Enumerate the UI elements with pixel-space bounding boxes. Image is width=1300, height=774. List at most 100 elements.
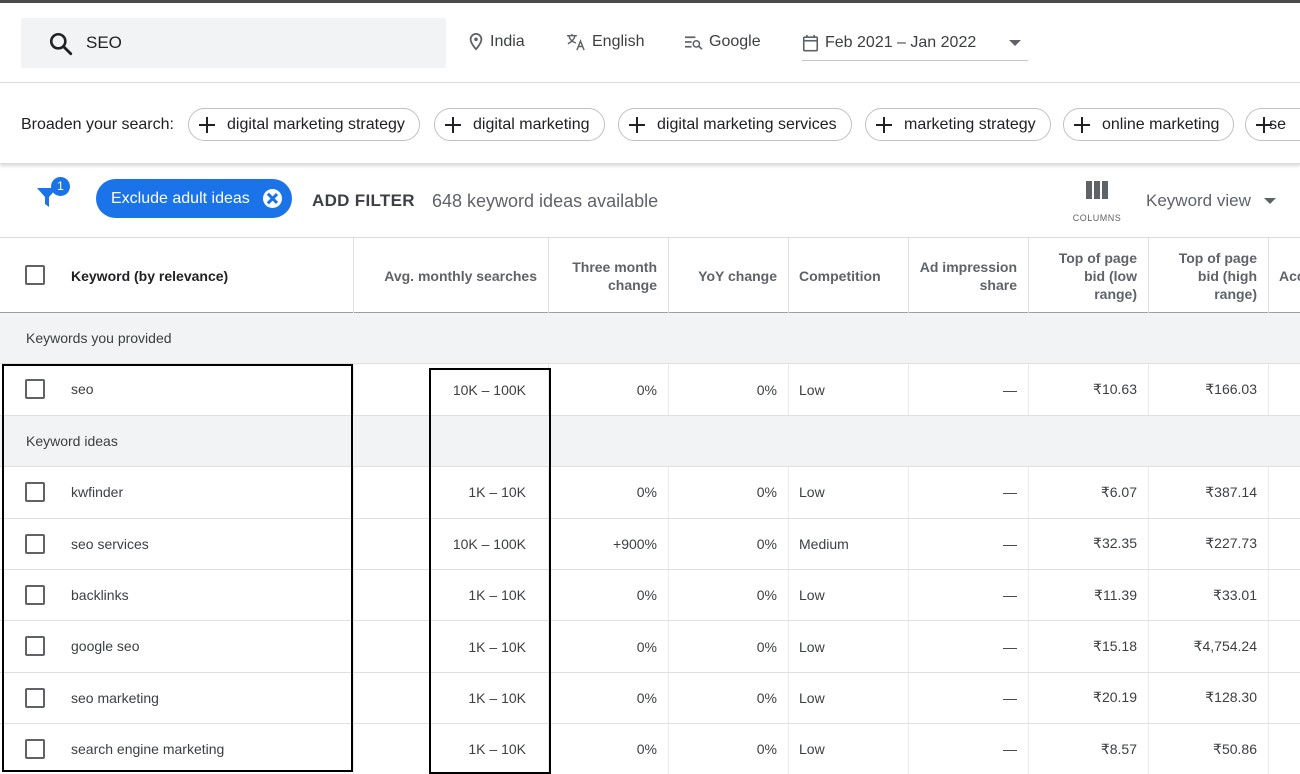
cell-bid-low: ₹20.19	[1029, 672, 1149, 724]
keyword-text: kwfinder	[71, 484, 124, 501]
search-query[interactable]: SEO	[86, 33, 122, 53]
cell-bid-high: ₹387.14	[1149, 467, 1269, 518]
cell-acc	[1269, 621, 1300, 671]
table-row[interactable]: seo 10K – 100K 0% 0% Low — ₹10.63 ₹166.03	[0, 364, 1300, 416]
broaden-search-bar: Broaden your search: digital marketing s…	[0, 84, 1300, 164]
chip-label: online marketing	[1102, 115, 1220, 133]
close-icon[interactable]	[263, 189, 282, 208]
broaden-chip[interactable]: se	[1245, 108, 1300, 141]
broaden-chip[interactable]: digital marketing	[434, 108, 605, 141]
table-row[interactable]: seo services 10K – 100K +900% 0% Medium — ₹32.…	[0, 518, 1300, 570]
group-row: Keyword ideas	[0, 415, 1300, 468]
date-range-label: Feb 2021 – Jan 2022	[825, 34, 977, 51]
location-label: India	[490, 33, 525, 50]
cell-yoy: 0%	[669, 467, 789, 518]
header-bid-low[interactable]: Top of page bid (low range)	[1029, 238, 1149, 313]
broaden-chip[interactable]: marketing strategy	[865, 108, 1051, 141]
cell-competition: Low	[789, 672, 909, 724]
columns-button[interactable]: COLUMNS	[1068, 181, 1126, 223]
cell-competition: Low	[789, 569, 909, 621]
table-row[interactable]: seo marketing 1K – 10K 0% 0% Low — ₹20.19 ₹128.…	[0, 672, 1300, 725]
select-all-checkbox[interactable]	[25, 265, 45, 285]
broaden-chip[interactable]: online marketing	[1063, 108, 1235, 141]
cell-three-month: 0%	[549, 621, 669, 672]
keyword-text: search engine marketing	[71, 741, 225, 758]
cell-yoy: 0%	[669, 672, 789, 724]
cell-avg: 10K – 100K	[354, 364, 549, 415]
translate-icon	[567, 33, 585, 51]
network-label: Google	[709, 33, 761, 50]
chip-label: digital marketing	[473, 115, 590, 133]
cell-bid-low: ₹32.35	[1029, 518, 1149, 569]
chip-label: digital marketing strategy	[227, 115, 405, 133]
cell-bid-high: ₹33.01	[1149, 569, 1269, 621]
cell-competition: Medium	[789, 518, 909, 569]
cell-three-month: 0%	[549, 467, 669, 518]
row-checkbox[interactable]	[25, 687, 45, 708]
table-row[interactable]: search engine marketing 1K – 10K 0% 0% Low — ₹…	[0, 724, 1300, 774]
location-filter[interactable]: India	[468, 33, 525, 51]
keyword-text: seo	[71, 381, 94, 398]
cell-bid-high: ₹4,754.24	[1149, 621, 1269, 672]
cell-avg: 1K – 10K	[354, 467, 549, 518]
group-row: Keywords you provided	[0, 313, 1300, 365]
header-keyword[interactable]: Keyword (by relevance)	[0, 238, 354, 313]
cell-competition: Low	[789, 621, 909, 672]
row-checkbox[interactable]	[25, 739, 45, 760]
header-competition[interactable]: Competition	[789, 238, 909, 313]
cell-three-month: 0%	[549, 724, 669, 774]
cell-keyword: seo marketing	[0, 672, 354, 724]
cell-acc	[1269, 570, 1300, 620]
cell-acc	[1269, 467, 1300, 517]
cell-avg: 1K – 10K	[354, 724, 549, 774]
network-filter[interactable]: Google	[684, 33, 761, 51]
exclude-adult-chip[interactable]: Exclude adult ideas	[96, 179, 292, 218]
table-header: Keyword (by relevance) Avg. monthly sear…	[0, 237, 1300, 313]
cell-avg: 10K – 100K	[354, 518, 549, 569]
exclude-chip-label: Exclude adult ideas	[111, 189, 250, 207]
cell-ad-share: —	[909, 569, 1029, 621]
chevron-down-icon[interactable]	[1264, 198, 1276, 204]
cell-keyword: search engine marketing	[0, 724, 354, 774]
cell-competition: Low	[789, 724, 909, 774]
row-checkbox[interactable]	[25, 584, 45, 605]
keyword-text: seo marketing	[71, 689, 159, 706]
header-ad-share[interactable]: Ad impression share	[909, 238, 1029, 313]
table-row[interactable]: backlinks 1K – 10K 0% 0% Low — ₹11.39 ₹33.01	[0, 569, 1300, 622]
cell-acc	[1269, 673, 1300, 723]
table-row[interactable]: google seo 1K – 10K 0% 0% Low — ₹15.18 ₹4,754.2…	[0, 621, 1300, 673]
row-checkbox[interactable]	[25, 533, 45, 554]
cell-bid-high: ₹128.30	[1149, 672, 1269, 724]
cell-bid-low: ₹8.57	[1029, 724, 1149, 774]
chevron-down-icon	[1009, 40, 1021, 46]
header-avg-monthly[interactable]: Avg. monthly searches	[354, 238, 549, 313]
header-bid-high[interactable]: Top of page bid (high range)	[1149, 238, 1269, 313]
table-row[interactable]: kwfinder 1K – 10K 0% 0% Low — ₹6.07 ₹387.14	[0, 467, 1300, 519]
row-checkbox[interactable]	[25, 482, 45, 503]
cell-ad-share: —	[909, 672, 1029, 724]
search-input[interactable]: SEO	[21, 18, 446, 68]
header-three-month[interactable]: Three month change	[549, 238, 669, 313]
cell-competition: Low	[789, 364, 909, 415]
cell-bid-high: ₹50.86	[1149, 724, 1269, 774]
keyword-view-select[interactable]: Keyword view	[1146, 191, 1251, 211]
cell-competition: Low	[789, 467, 909, 518]
broaden-chip[interactable]: digital marketing services	[618, 108, 852, 141]
date-range-select[interactable]: Feb 2021 – Jan 2022	[802, 31, 1028, 61]
ideas-count: 648 keyword ideas available	[432, 191, 659, 211]
filter-toolbar: 1 Exclude adult ideas ADD FILTER 648 key…	[0, 165, 1300, 237]
broaden-chip[interactable]: digital marketing strategy	[188, 108, 420, 141]
header-label: Keyword (by relevance)	[71, 267, 229, 284]
language-filter[interactable]: English	[566, 33, 644, 51]
plus-icon	[199, 116, 215, 133]
row-checkbox[interactable]	[25, 379, 45, 400]
broaden-label: Broaden your search:	[21, 116, 174, 133]
row-checkbox[interactable]	[25, 636, 45, 657]
cell-ad-share: —	[909, 364, 1029, 415]
add-filter-button[interactable]: ADD FILTER	[312, 191, 415, 211]
cell-keyword: seo services	[0, 518, 354, 569]
cell-yoy: 0%	[669, 364, 789, 415]
header-yoy[interactable]: YoY change	[669, 238, 789, 313]
plus-icon	[1074, 116, 1090, 133]
header-acc[interactable]: Acc	[1269, 238, 1300, 313]
